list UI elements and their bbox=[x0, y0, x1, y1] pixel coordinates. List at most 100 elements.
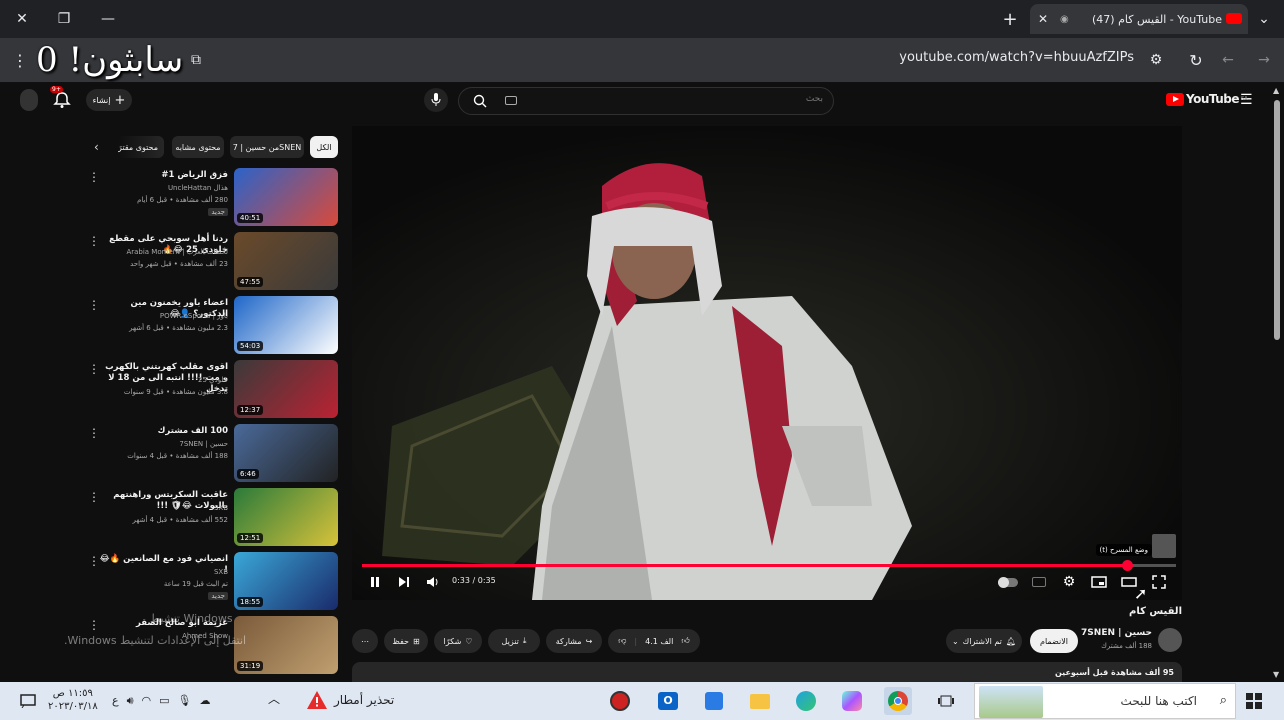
miniplayer-icon[interactable] bbox=[1088, 572, 1110, 592]
forward-icon[interactable]: ← bbox=[1208, 41, 1248, 79]
video-thumbnail[interactable]: 40:51 bbox=[234, 168, 338, 226]
recommendation-item[interactable]: 40:51 فزق الرياض 1# هذال UncleHattan 280 أل… bbox=[84, 168, 340, 228]
new-tab-icon[interactable]: + bbox=[988, 0, 1032, 38]
like-dislike-group[interactable]: 👎︎ | 4.1 الف 👍︎ bbox=[608, 629, 700, 653]
recommendation-channel[interactable]: هذال UncleHattan bbox=[98, 184, 228, 192]
keyboard-icon[interactable] bbox=[505, 96, 517, 105]
chip-similar[interactable]: محتوى مشابه bbox=[172, 136, 224, 158]
download-button[interactable]: تنزيل ⤓ bbox=[488, 629, 540, 653]
recommendation-title[interactable]: 100 الف مشترك bbox=[98, 426, 228, 437]
video-thumbnail[interactable]: 12:37 bbox=[234, 360, 338, 418]
more-options-icon[interactable]: ⋮ bbox=[88, 298, 100, 312]
wifi-tray-icon[interactable]: ◠ bbox=[142, 694, 152, 708]
next-icon[interactable] bbox=[393, 572, 415, 592]
more-options-icon[interactable]: ⋮ bbox=[88, 362, 100, 376]
video-thumbnail[interactable]: 47:55 bbox=[234, 232, 338, 290]
save-button[interactable]: حفظ ⊞ bbox=[384, 629, 428, 653]
subtitles-icon[interactable] bbox=[1028, 572, 1050, 592]
more-options-icon[interactable]: ⋮ bbox=[88, 170, 100, 184]
notification-center-icon[interactable] bbox=[14, 687, 42, 715]
store-taskbar-icon[interactable] bbox=[700, 687, 728, 715]
chip-suggested[interactable]: محتوى مقترَح bbox=[118, 136, 164, 158]
subscribed-button[interactable]: ⌄ تم الاشتراك 🔔︎ bbox=[946, 629, 1022, 653]
show-hidden-icons[interactable]: ︿ bbox=[268, 690, 280, 707]
like-icon[interactable]: 👍︎ bbox=[681, 636, 689, 646]
recommendation-channel[interactable]: لحظات العرب | Arabia Moment bbox=[98, 248, 228, 256]
clock[interactable]: ١١:٥٩ ص ٢٠٢٣/٠٣/١٨ bbox=[48, 687, 98, 713]
restore-window-icon[interactable]: ❐ bbox=[42, 0, 86, 38]
more-options-icon[interactable]: ⋮ bbox=[88, 426, 100, 440]
progress-bar[interactable] bbox=[362, 560, 1176, 571]
chrome-taskbar-icon[interactable] bbox=[884, 687, 912, 715]
recommendation-channel[interactable]: SXB bbox=[98, 504, 228, 512]
recommendation-channel[interactable]: خلودي 25 bbox=[98, 376, 228, 384]
chips-prev-icon[interactable]: ‹ bbox=[94, 140, 99, 154]
video-thumbnail[interactable]: 6:46 bbox=[234, 424, 338, 482]
scroll-down-icon[interactable]: ▼ bbox=[1273, 670, 1279, 679]
notifications-icon[interactable]: 9+ bbox=[50, 86, 72, 110]
dislike-icon[interactable]: 👎︎ bbox=[618, 636, 626, 646]
channel-avatar[interactable] bbox=[1158, 628, 1182, 652]
task-view-icon[interactable] bbox=[932, 687, 960, 715]
chip-channel[interactable]: من حسين | 7SNEN bbox=[230, 136, 304, 158]
app-taskbar-icon[interactable] bbox=[606, 687, 634, 715]
back-icon[interactable]: → bbox=[1244, 41, 1284, 79]
page-scrollbar[interactable]: ▲ ▼ bbox=[1270, 82, 1284, 682]
recommendation-item[interactable]: 54:03 اعضاء باور يخمنون مين الدكتور؟ 👤😂 با… bbox=[84, 296, 340, 356]
outlook-taskbar-icon[interactable]: O bbox=[654, 687, 682, 715]
volume-icon[interactable] bbox=[422, 572, 444, 592]
mic-tray-icon[interactable]: 🎙︎ bbox=[178, 694, 192, 708]
search-icon[interactable] bbox=[473, 94, 487, 108]
video-thumbnail[interactable]: 31:19 bbox=[234, 616, 338, 674]
thanks-button[interactable]: شكرًا ♡ bbox=[434, 629, 482, 653]
settings-gear-icon[interactable]: ⚙ bbox=[1058, 572, 1080, 592]
tab-search-icon[interactable]: ⌄ bbox=[1244, 0, 1284, 38]
more-options-icon[interactable]: ⋮ bbox=[88, 554, 100, 568]
close-window-icon[interactable]: ✕ bbox=[0, 0, 44, 38]
search-input[interactable]: بحث bbox=[458, 87, 834, 115]
recommendation-channel[interactable]: حسين | 7SNEN bbox=[98, 440, 228, 448]
fullscreen-icon[interactable] bbox=[1148, 572, 1170, 592]
browser-tab[interactable]: ✕ ◉ (47) القيس كام - YouTube bbox=[1030, 4, 1248, 34]
recommendation-item[interactable]: 12:37 اقوى مقلب كهربتني بالكهرب و مت !!!!… bbox=[84, 360, 340, 420]
recommendation-channel[interactable]: باور | POWR eSports bbox=[98, 312, 228, 320]
recommendation-item[interactable]: 47:55 ردنا أهل سوبحي على مقطع خلودي 25 😂🔥… bbox=[84, 232, 340, 292]
start-icon[interactable] bbox=[1240, 687, 1268, 715]
browser-menu-icon[interactable]: ⋮ bbox=[0, 41, 40, 79]
recommendation-item[interactable]: 6:46 100 الف مشترك حسين | 7SNEN 188 ألف مشا… bbox=[84, 424, 340, 484]
video-player[interactable]: وضع المسرح (t) bbox=[352, 126, 1182, 600]
scroll-up-icon[interactable]: ▲ bbox=[1273, 86, 1279, 95]
video-thumbnail[interactable]: 18:55 bbox=[234, 552, 338, 610]
pause-icon[interactable] bbox=[364, 572, 386, 592]
more-actions-icon[interactable]: ⋯ bbox=[352, 629, 378, 653]
edge-taskbar-icon[interactable] bbox=[792, 687, 820, 715]
channel-name[interactable]: حسين | 7SNEN bbox=[1081, 628, 1152, 638]
onedrive-tray-icon[interactable]: ☁ bbox=[200, 694, 211, 708]
youtube-logo[interactable]: YouTube SA bbox=[1166, 92, 1248, 106]
volume-tray-icon[interactable]: 🔊︎ bbox=[127, 694, 134, 708]
join-button[interactable]: الانضمام bbox=[1030, 629, 1078, 653]
minimize-window-icon[interactable]: — bbox=[86, 0, 130, 38]
recommendation-channel[interactable]: SXB bbox=[98, 568, 228, 576]
share-button[interactable]: مشاركة ↪ bbox=[546, 629, 602, 653]
site-settings-icon[interactable]: ⚙ bbox=[1136, 41, 1176, 79]
close-tab-icon[interactable]: ✕ bbox=[1038, 12, 1048, 26]
language-indicator[interactable]: ع bbox=[112, 694, 119, 708]
recommendation-title[interactable]: فزق الرياض 1# bbox=[98, 170, 228, 181]
more-options-icon[interactable]: ⋮ bbox=[88, 234, 100, 248]
copilot-taskbar-icon[interactable] bbox=[838, 687, 866, 715]
voice-search-icon[interactable] bbox=[424, 88, 448, 112]
recommendation-item[interactable]: 18:55 انصياني فود مع الصانعين 🔥😂 ! SXB تم ا… bbox=[84, 552, 340, 612]
video-thumbnail[interactable]: 12:51 bbox=[234, 488, 338, 546]
url-text[interactable]: youtube.com/watch?v=hbuuAzfZIPs bbox=[899, 50, 1134, 65]
avatar[interactable] bbox=[20, 89, 38, 111]
description-box[interactable]: 95 ألف مشاهدة قبل أسبوعين bbox=[352, 662, 1182, 682]
more-options-icon[interactable]: ⋮ bbox=[88, 618, 100, 632]
file-explorer-taskbar-icon[interactable] bbox=[746, 687, 774, 715]
recommendation-item[interactable]: 12:51 عاقبت السكربتس وراهنتهم بالبولات 😂🛡… bbox=[84, 488, 340, 548]
scrollbar-thumb[interactable] bbox=[1274, 100, 1280, 340]
video-thumbnail[interactable]: 54:03 bbox=[234, 296, 338, 354]
chip-all[interactable]: الكل bbox=[310, 136, 338, 158]
battery-tray-icon[interactable]: ▭ bbox=[159, 694, 169, 708]
autoplay-toggle[interactable] bbox=[996, 572, 1020, 592]
